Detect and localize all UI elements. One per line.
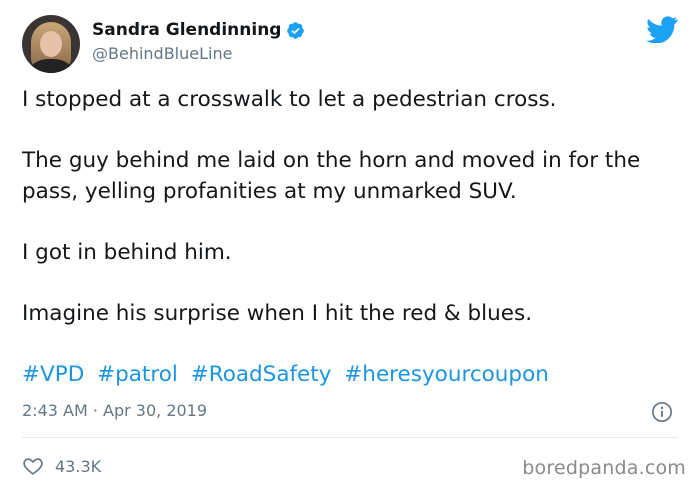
hashtag-list: #VPD #patrol #RoadSafety #heresyourcoupo… [22, 362, 555, 387]
name-row: Sandra Glendinning [92, 20, 305, 40]
twitter-bird-icon[interactable] [646, 16, 678, 43]
tweet-paragraph: I stopped at a crosswalk to let a pedest… [22, 87, 557, 112]
tweet-paragraph: The guy behind me laid on the horn and m… [22, 148, 641, 204]
heart-icon[interactable] [22, 455, 44, 477]
watermark: boredpanda.com [522, 457, 686, 479]
hashtag-link[interactable]: #RoadSafety [191, 362, 332, 387]
user-handle[interactable]: @BehindBlueLine [92, 44, 305, 63]
avatar[interactable] [22, 15, 80, 73]
hashtag-link[interactable]: #heresyourcoupon [344, 362, 549, 387]
info-icon[interactable] [651, 401, 673, 423]
hashtag-link[interactable]: #VPD [22, 362, 84, 387]
tweet-body: I stopped at a crosswalk to let a pedest… [22, 84, 682, 329]
tweet-paragraph: I got in behind him. [22, 240, 232, 265]
like-count: 43.3K [55, 456, 102, 476]
user-info: Sandra Glendinning @BehindBlueLine [92, 20, 305, 63]
divider [22, 437, 678, 438]
display-name[interactable]: Sandra Glendinning [92, 20, 281, 40]
tweet-timestamp[interactable]: 2:43 AM · Apr 30, 2019 [22, 401, 207, 420]
tweet-paragraph: Imagine his surprise when I hit the red … [22, 301, 533, 326]
like-action[interactable]: 43.3K [22, 455, 101, 477]
hashtag-link[interactable]: #patrol [97, 362, 178, 387]
verified-badge-icon [287, 21, 305, 39]
avatar-face [40, 31, 62, 57]
tweet-header: Sandra Glendinning @BehindBlueLine [22, 15, 678, 75]
